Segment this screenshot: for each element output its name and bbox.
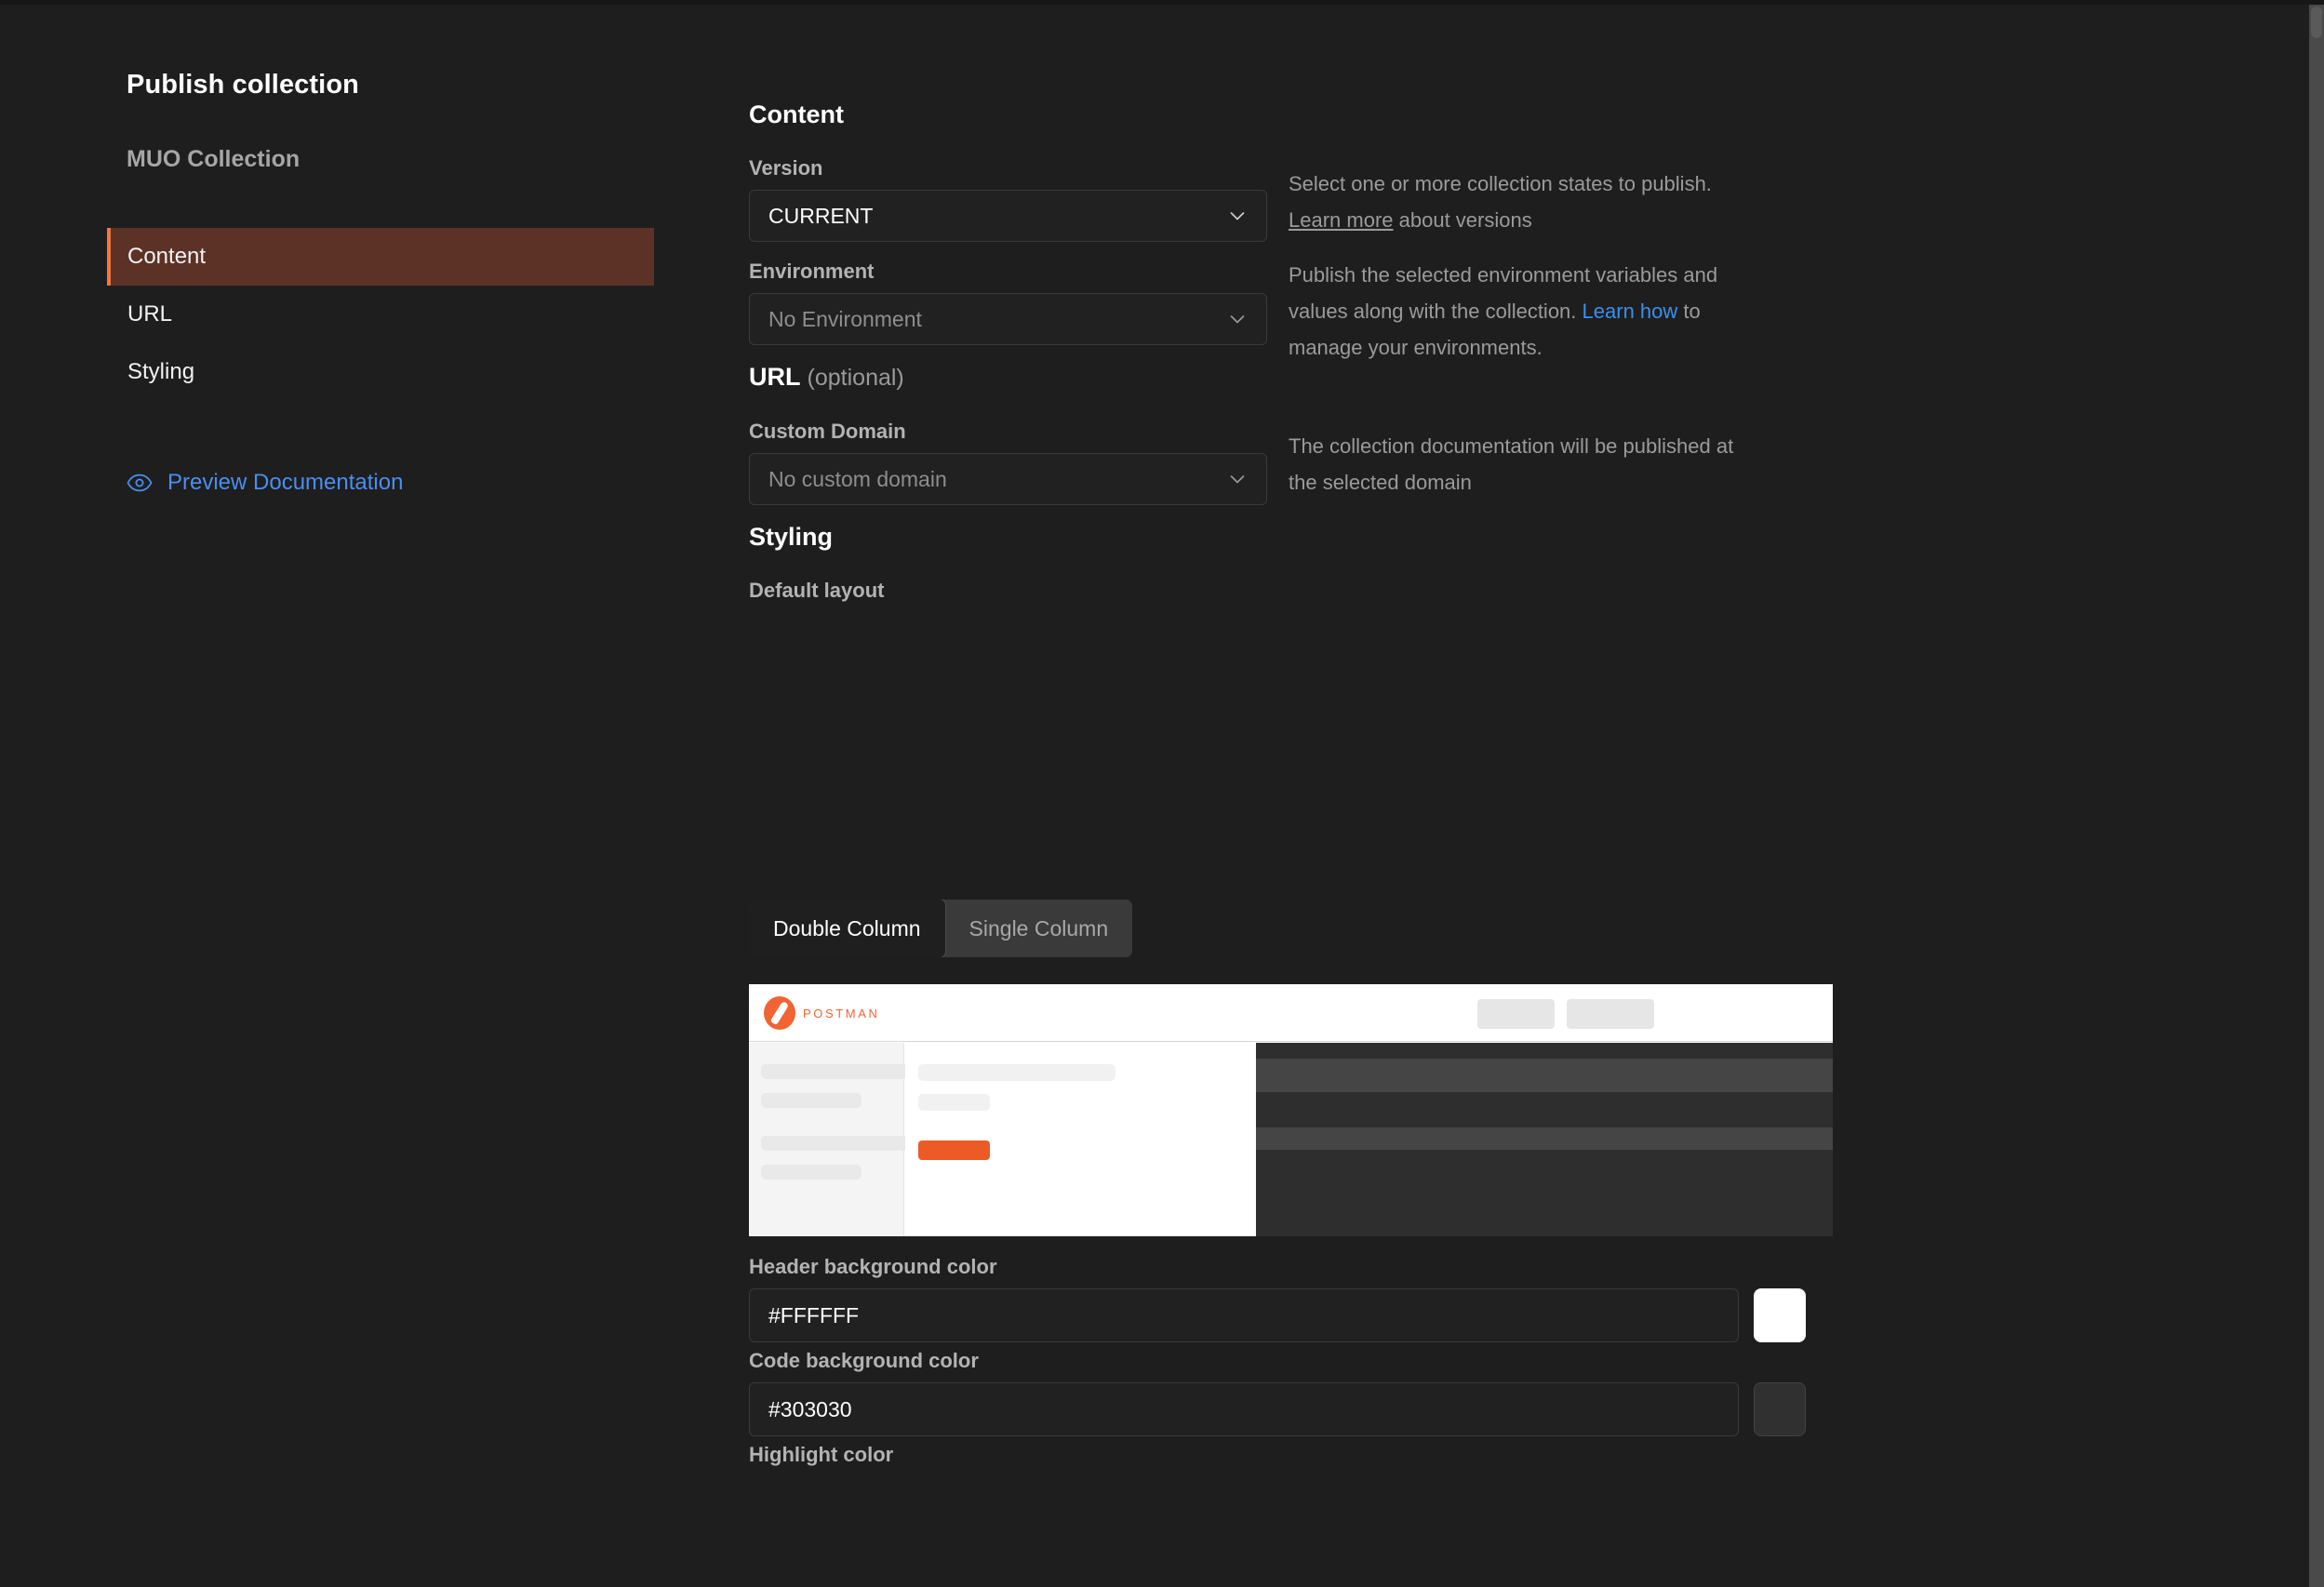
chevron-down-icon	[1225, 467, 1249, 491]
version-label: Version	[749, 156, 822, 180]
main-content: Content Version CURRENT Select one or mo…	[707, 5, 2324, 1587]
preview-content-panel	[905, 1043, 1255, 1236]
preview-accent-button	[918, 1140, 990, 1160]
skeleton-bar	[761, 1165, 861, 1180]
version-help-text: Select one or more collection states to …	[1289, 166, 1754, 238]
url-heading-label: URL	[749, 363, 800, 391]
eye-icon	[127, 473, 153, 492]
layout-option-single-column[interactable]: Single Column	[945, 900, 1133, 957]
version-help-line1: Select one or more collection states to …	[1289, 172, 1712, 195]
highlight-color-label: Highlight color	[749, 1443, 893, 1467]
custom-domain-select[interactable]: No custom domain	[749, 453, 1267, 505]
header-background-color-label: Header background color	[749, 1255, 997, 1279]
sidebar-item-label: Content	[127, 244, 206, 270]
environment-help-text: Publish the selected environment variabl…	[1289, 257, 1754, 366]
environment-label: Environment	[749, 260, 874, 284]
learn-how-link[interactable]: Learn how	[1583, 300, 1678, 323]
page-scrollbar-thumb[interactable]	[2311, 7, 2322, 38]
header-background-color-swatch[interactable]	[1754, 1288, 1806, 1342]
preview-logo-text: POSTMAN	[803, 1007, 879, 1020]
version-select[interactable]: CURRENT	[749, 190, 1267, 242]
preview-documentation-label: Preview Documentation	[167, 470, 403, 496]
postman-logo-icon	[764, 996, 795, 1030]
sidebar-item-styling[interactable]: Styling	[107, 343, 654, 401]
preview-header-pill	[1477, 999, 1555, 1029]
preview-code-panel	[1256, 1043, 1833, 1236]
preview-code-band	[1256, 1127, 1833, 1150]
preview-documentation-link[interactable]: Preview Documentation	[127, 470, 403, 496]
preview-sidebar-panel	[749, 1043, 904, 1236]
preview-code-band	[1256, 1059, 1833, 1092]
skeleton-bar	[918, 1094, 990, 1111]
code-background-color-swatch[interactable]	[1754, 1382, 1806, 1436]
custom-domain-select-value: No custom domain	[768, 467, 1225, 492]
layout-option-label: Single Column	[969, 916, 1109, 941]
sidebar: Publish collection MUO Collection Conten…	[0, 5, 707, 1587]
default-layout-label: Default layout	[749, 579, 884, 603]
sidebar-nav: Content URL Styling	[107, 228, 654, 401]
publish-collection-page: Publish collection MUO Collection Conten…	[0, 5, 2324, 1587]
skeleton-bar	[918, 1064, 1115, 1081]
learn-more-link[interactable]: Learn more	[1289, 208, 1394, 232]
collection-name: MUO Collection	[127, 146, 300, 173]
chevron-down-icon	[1225, 204, 1249, 228]
styling-section-heading: Styling	[749, 523, 833, 552]
content-section-heading: Content	[749, 100, 844, 129]
url-section-heading: URL (optional)	[749, 363, 904, 392]
url-heading-optional: (optional)	[808, 365, 904, 391]
custom-domain-help-text: The collection documentation will be pub…	[1289, 428, 1754, 500]
header-background-color-input[interactable]: #FFFFFF	[749, 1288, 1739, 1342]
environment-select-value: No Environment	[768, 307, 1225, 332]
page-title: Publish collection	[127, 70, 359, 100]
environment-select[interactable]: No Environment	[749, 293, 1267, 345]
version-select-value: CURRENT	[768, 204, 1225, 229]
custom-domain-label: Custom Domain	[749, 420, 906, 444]
page-scrollbar[interactable]	[2309, 5, 2324, 1587]
chevron-down-icon	[1225, 307, 1249, 331]
layout-preview-mockup: POSTMAN	[749, 984, 1833, 1236]
skeleton-bar	[761, 1093, 861, 1108]
version-help-line2: about versions	[1394, 208, 1532, 232]
preview-logo: POSTMAN	[764, 996, 879, 1030]
sidebar-item-content[interactable]: Content	[107, 228, 654, 286]
preview-header-pill	[1567, 999, 1654, 1029]
preview-header-bar: POSTMAN	[749, 984, 1833, 1042]
sidebar-item-url[interactable]: URL	[107, 286, 654, 343]
layout-option-double-column[interactable]: Double Column	[749, 900, 946, 957]
layout-option-label: Double Column	[773, 916, 921, 941]
code-background-color-input[interactable]: #303030	[749, 1382, 1739, 1436]
default-layout-toggle: Double Column Single Column	[749, 900, 1132, 957]
sidebar-item-label: URL	[127, 301, 172, 327]
code-background-color-label: Code background color	[749, 1349, 979, 1373]
sidebar-item-label: Styling	[127, 359, 194, 385]
